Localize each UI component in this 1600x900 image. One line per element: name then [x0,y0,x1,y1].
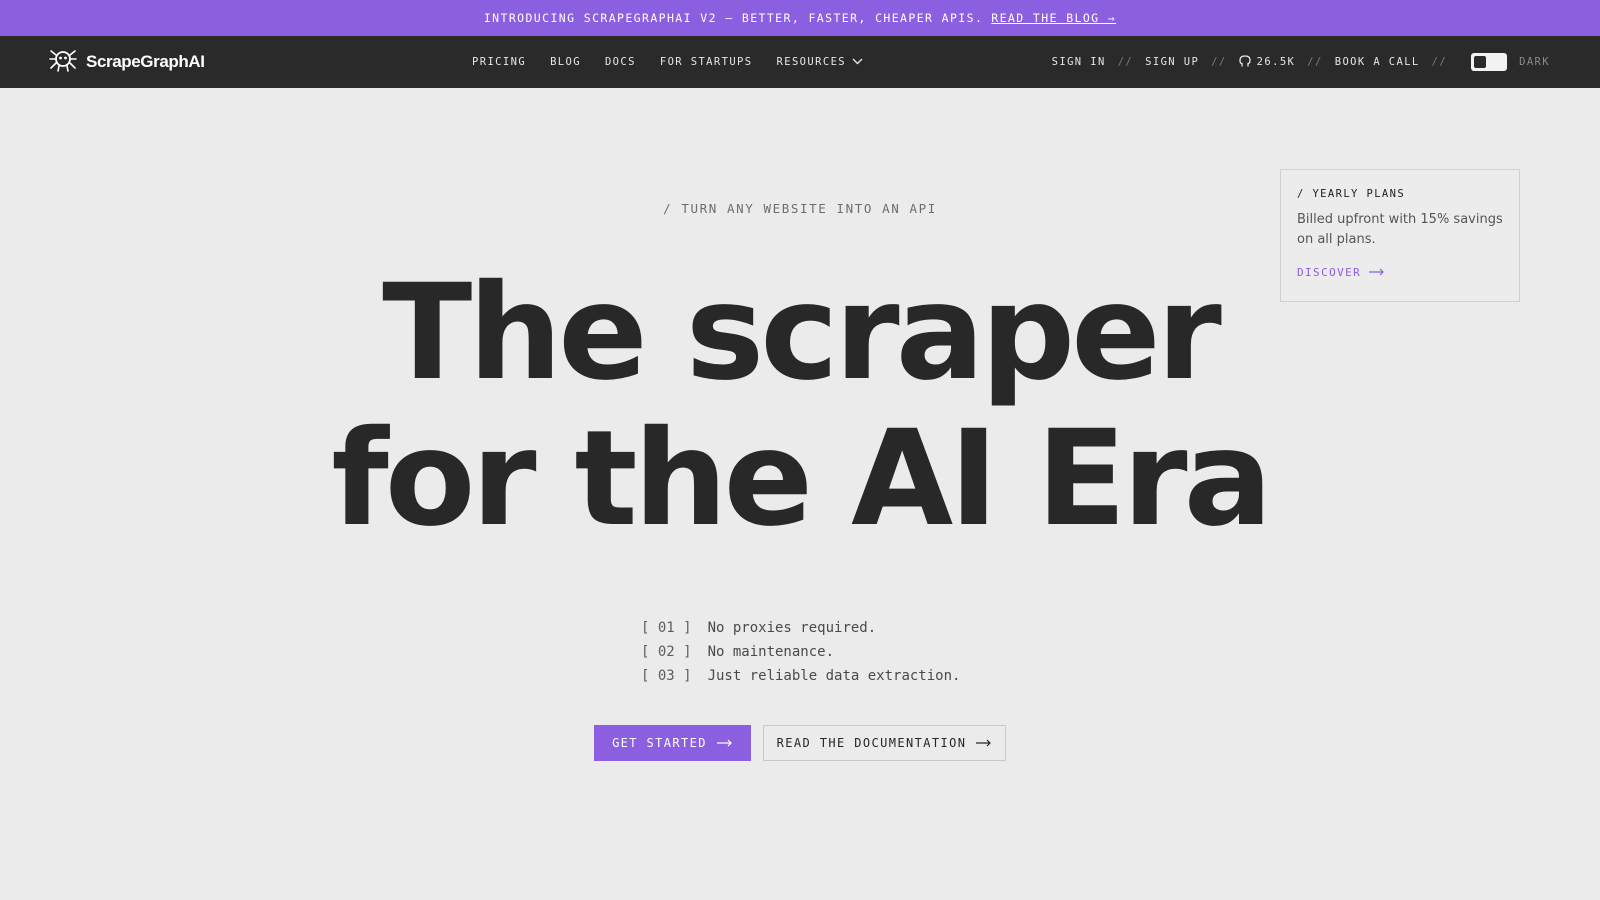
get-started-label: GET STARTED [612,736,707,750]
nav-resources-dropdown[interactable]: RESOURCES [777,56,864,68]
spider-logo-icon [48,47,78,77]
book-a-call-link[interactable]: BOOK A CALL [1335,56,1420,68]
read-documentation-button[interactable]: READ THE DOCUMENTATION [763,725,1006,761]
announcement-bar: INTRODUCING SCRAPEGRAPHAI V2 — BETTER, F… [0,0,1600,36]
brand-logo-link[interactable]: ScrapeGraphAI [48,47,205,77]
main-nav-links: PRICING BLOG DOCS FOR STARTUPS RESOURCES [472,36,863,88]
github-icon [1239,54,1251,70]
discover-label: DISCOVER [1297,266,1362,279]
nav-separator: // [1307,56,1323,68]
nav-separator: // [1211,56,1227,68]
discover-link[interactable]: DISCOVER [1297,266,1503,279]
nav-actions: SIGN IN // SIGN UP // 26.5K // BOOK A CA… [1052,36,1550,88]
feature-item: [ 02 ] No maintenance. [641,640,960,664]
read-documentation-label: READ THE DOCUMENTATION [776,736,967,750]
headline-line-1: The scraper [382,256,1222,410]
announcement-text: INTRODUCING SCRAPEGRAPHAI V2 — BETTER, F… [483,11,984,25]
arrow-right-icon [976,736,992,750]
sign-up-link[interactable]: SIGN UP [1145,56,1199,68]
feature-item: [ 03 ] Just reliable data extraction. [641,664,960,688]
read-the-blog-link[interactable]: READ THE BLOG → [991,11,1116,25]
yearly-plans-title: / YEARLY PLANS [1297,188,1406,200]
nav-pricing[interactable]: PRICING [472,56,526,68]
nav-docs[interactable]: DOCS [605,56,636,68]
feature-item: [ 01 ] No proxies required. [641,616,960,640]
nav-for-startups[interactable]: FOR STARTUPS [660,56,753,68]
feature-number: [ 03 ] [641,668,692,684]
github-stars-count: 26.5K [1256,56,1296,68]
arrow-right-icon [716,736,733,750]
toggle-knob [1474,56,1487,68]
feature-list: [ 01 ] No proxies required. [ 02 ] No ma… [641,616,960,688]
feature-text: No proxies required. [707,620,877,636]
nav-resources-label: RESOURCES [776,56,847,68]
feature-text: No maintenance. [707,644,835,660]
top-navbar: ScrapeGraphAI PRICING BLOG DOCS FOR STAR… [0,36,1600,88]
hero-headline: The scraper for the AI Era [0,260,1600,552]
chevron-down-icon [852,56,863,68]
nav-blog[interactable]: BLOG [550,56,581,68]
feature-text: Just reliable data extraction. [707,668,961,684]
headline-line-2: for the AI Era [331,402,1272,556]
github-stars-link[interactable]: 26.5K [1239,54,1296,70]
sign-in-link[interactable]: SIGN IN [1052,56,1106,68]
get-started-button[interactable]: GET STARTED [594,725,751,761]
arrow-right-icon [1369,266,1385,279]
nav-separator: // [1431,56,1448,68]
nav-separator: // [1117,56,1134,68]
theme-toggle[interactable] [1471,53,1508,71]
feature-number: [ 01 ] [641,620,692,636]
yearly-plans-description: Billed upfront with 15% savings on all p… [1297,212,1503,247]
theme-label: DARK [1519,56,1550,68]
feature-number: [ 02 ] [641,644,692,660]
brand-name: ScrapeGraphAI [86,52,205,71]
yearly-plans-card: / YEARLY PLANS Billed upfront with 15% s… [1280,169,1520,302]
